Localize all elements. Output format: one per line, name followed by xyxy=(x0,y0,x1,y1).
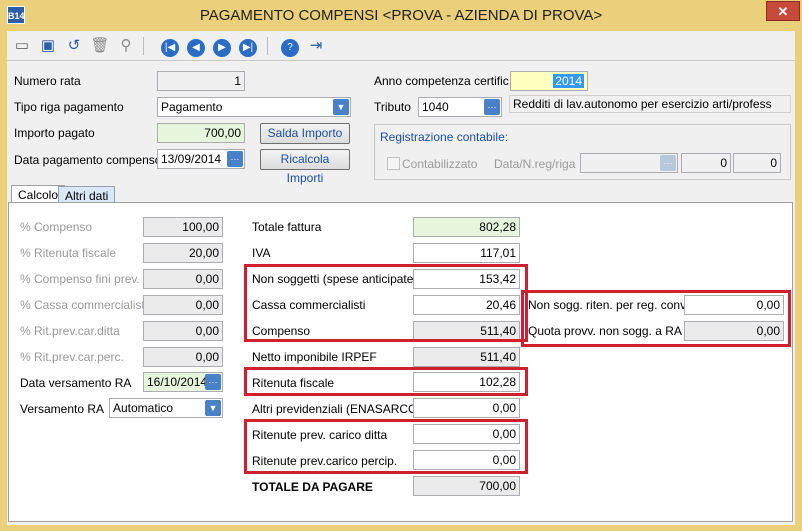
highlight-box-3 xyxy=(244,419,528,474)
perc-rit-perc-label: % Rit.prev.car.perc. xyxy=(20,350,124,364)
tributo-code: 1040 xyxy=(422,100,449,114)
numero-rata-label: Numero rata xyxy=(14,74,81,88)
perc-cassa-label: % Cassa commercialisti xyxy=(20,298,148,312)
tipo-riga-label: Tipo riga pagamento xyxy=(14,100,124,114)
perc-rit-perc-field[interactable]: 0,00 xyxy=(143,347,223,367)
versamento-label: Versamento RA xyxy=(20,402,105,416)
versamento-select[interactable]: Automatico ▼ xyxy=(109,398,223,418)
importo-pagato-label: Importo pagato xyxy=(14,126,95,140)
chevron-down-icon[interactable]: ▼ xyxy=(205,400,221,416)
perc-comp-prev-label: % Compenso fini prev. xyxy=(20,272,140,286)
date-picker-icon[interactable]: ··· xyxy=(227,151,243,167)
date-picker-icon[interactable]: ··· xyxy=(660,155,676,171)
perc-compenso-field[interactable]: 100,00 xyxy=(143,217,223,237)
window-title: PAGAMENTO COMPENSI <PROVA - AZIENDA DI P… xyxy=(199,7,603,24)
totale-fattura-field[interactable]: 802,28 xyxy=(413,217,520,237)
last-icon[interactable]: ▶| xyxy=(237,35,259,57)
data-pagamento-field[interactable]: 13/09/2014 ··· xyxy=(157,149,245,169)
data-versamento-value: 16/10/2014 xyxy=(147,375,208,389)
data-reg-field[interactable]: ··· xyxy=(580,153,678,173)
anno-competenza-label: Anno competenza certific. xyxy=(374,74,513,88)
salda-importo-button[interactable]: Salda Importo xyxy=(260,123,350,144)
chevron-down-icon[interactable]: ▼ xyxy=(333,99,349,115)
toolbar-separator xyxy=(143,37,144,55)
highlight-box-1 xyxy=(244,264,528,342)
exit-icon[interactable]: ⇥ xyxy=(305,35,327,57)
perc-compenso-label: % Compenso xyxy=(20,220,93,234)
tributo-code-field[interactable]: 1040 ··· xyxy=(418,97,502,117)
tributo-description: Redditi di lav.autonomo per esercizio ar… xyxy=(509,95,791,113)
tab-panel-calcolo xyxy=(8,202,793,522)
totale-label: TOTALE DA PAGARE xyxy=(252,480,373,494)
next-icon[interactable]: ▶ xyxy=(211,35,233,57)
totale-field[interactable]: 700,00 xyxy=(413,476,520,496)
importo-pagato-field[interactable]: 700,00 xyxy=(157,123,245,143)
perc-rit-ditta-label: % Rit.prev.car.ditta xyxy=(20,324,120,338)
search-icon[interactable]: ⚲ xyxy=(115,35,137,57)
netto-field[interactable]: 511,40 xyxy=(413,347,520,367)
prev-icon[interactable]: ◀ xyxy=(185,35,207,57)
perc-ritenuta-field[interactable]: 20,00 xyxy=(143,243,223,263)
new-icon[interactable]: ▭ xyxy=(11,35,33,57)
data-pagamento-value: 13/09/2014 xyxy=(161,152,222,166)
data-versamento-field[interactable]: 16/10/2014 ··· xyxy=(143,372,223,392)
altri-prev-label: Altri previdenziali (ENASARCO) xyxy=(252,402,422,416)
data-versamento-label: Data versamento RA xyxy=(20,376,132,390)
contabilizzato-label: Contabilizzato xyxy=(402,157,478,171)
highlight-box-4 xyxy=(521,290,791,347)
ricalcola-importi-button[interactable]: Ricalcola Importi xyxy=(260,149,350,185)
date-picker-icon[interactable]: ··· xyxy=(205,374,221,390)
undo-icon[interactable]: ↺ xyxy=(63,35,85,57)
perc-cassa-field[interactable]: 0,00 xyxy=(143,295,223,315)
riga-field[interactable]: 0 xyxy=(733,153,781,173)
close-button[interactable]: ✕ xyxy=(766,1,800,21)
netto-label: Netto imponibile IRPEF xyxy=(252,350,377,364)
tributo-label: Tributo xyxy=(374,100,411,114)
iva-field[interactable]: 117,01 xyxy=(413,243,520,263)
delete-icon[interactable]: 🗑 xyxy=(89,35,111,57)
tipo-riga-select[interactable]: Pagamento ▼ xyxy=(157,97,351,117)
save-icon[interactable]: ▣ xyxy=(37,35,59,57)
first-icon[interactable]: |◀ xyxy=(159,35,181,57)
n-reg-field[interactable]: 0 xyxy=(681,153,731,173)
lookup-icon[interactable]: ··· xyxy=(484,99,500,115)
iva-label: IVA xyxy=(252,246,271,260)
anno-competenza-value: 2014 xyxy=(553,74,584,88)
data-pagamento-label: Data pagamento compenso xyxy=(14,153,162,167)
perc-rit-ditta-field[interactable]: 0,00 xyxy=(143,321,223,341)
title-bar: B14 PAGAMENTO COMPENSI <PROVA - AZIENDA … xyxy=(0,0,802,30)
numero-rata-field[interactable]: 1 xyxy=(157,71,245,91)
contabilizzato-checkbox[interactable] xyxy=(387,157,400,170)
window: B14 PAGAMENTO COMPENSI <PROVA - AZIENDA … xyxy=(0,0,802,531)
registrazione-title: Registrazione contabile: xyxy=(380,130,509,144)
anno-competenza-field[interactable]: 2014 xyxy=(510,71,588,91)
altri-prev-field[interactable]: 0,00 xyxy=(413,398,520,418)
help-icon[interactable]: ? xyxy=(279,35,301,57)
form-body: Numero rata 1 Tipo riga pagamento Pagame… xyxy=(7,61,795,525)
versamento-value: Automatico xyxy=(113,401,174,415)
perc-ritenuta-label: % Ritenuta fiscale xyxy=(20,246,117,260)
perc-comp-prev-field[interactable]: 0,00 xyxy=(143,269,223,289)
data-nreg-label: Data/N.reg/riga xyxy=(494,157,576,171)
tipo-riga-value: Pagamento xyxy=(161,100,223,114)
toolbar-separator xyxy=(267,37,268,55)
totale-fattura-label: Totale fattura xyxy=(252,220,322,234)
highlight-box-2 xyxy=(244,367,528,396)
toolbar: ▭ ▣ ↺ 🗑 ⚲ |◀ ◀ ▶ ▶| ? ⇥ xyxy=(7,31,795,61)
